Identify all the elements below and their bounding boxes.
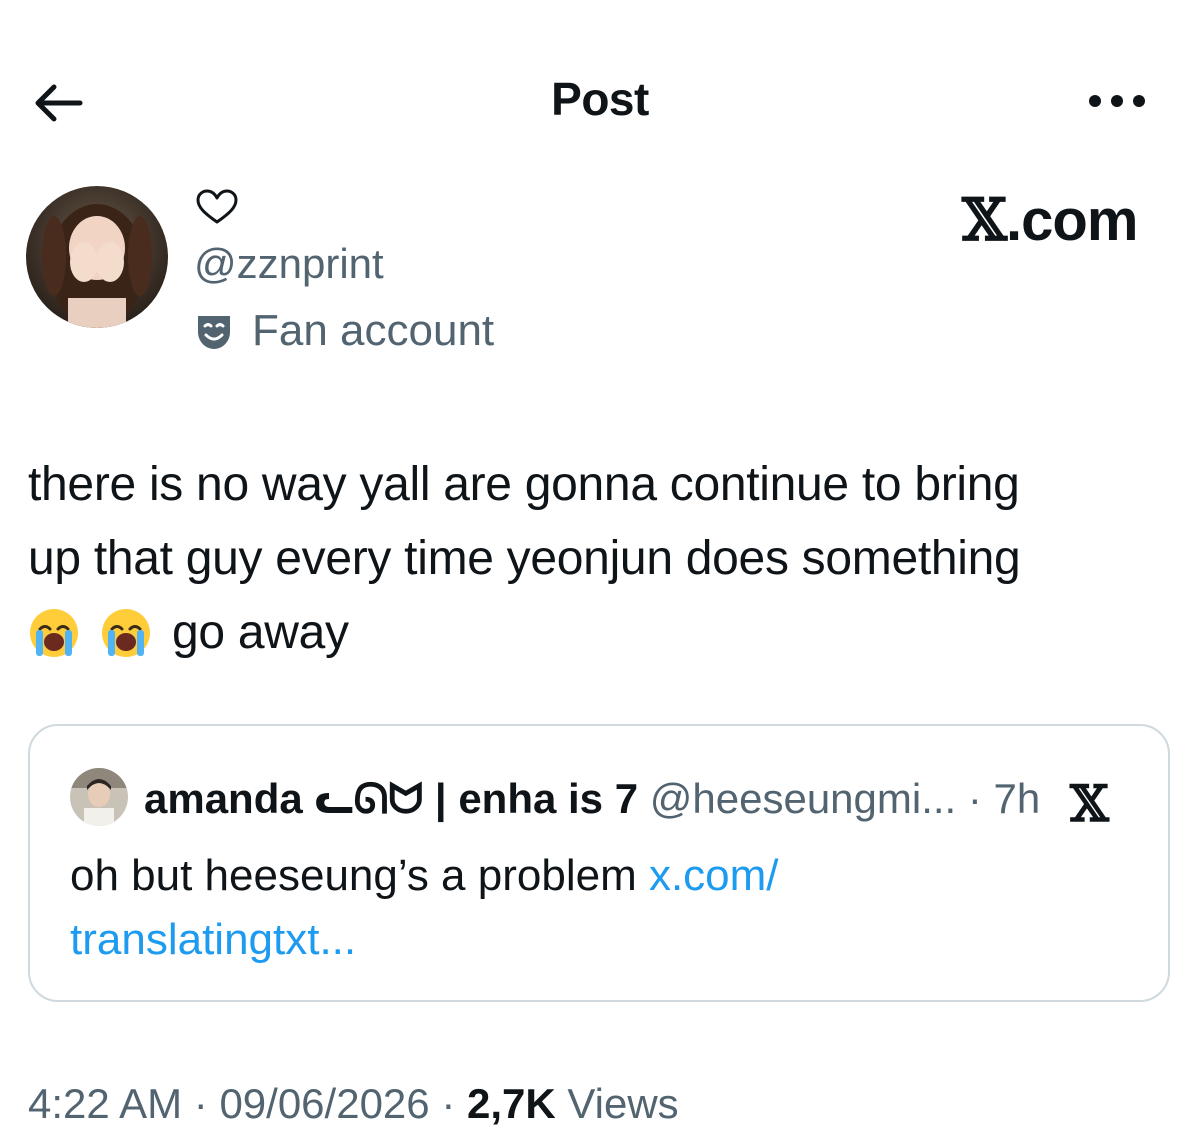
loudly-crying-face-icon [100, 607, 152, 659]
account-label-text: Fan account [252, 306, 495, 355]
meta-separator: · [429, 1080, 467, 1127]
theater-masks-icon [194, 312, 234, 352]
quoted-text: oh but heeseung’s a problem [70, 851, 649, 900]
post-body: there is no way yall are gonna continue … [28, 448, 1178, 670]
quoted-post-time: · 7h [967, 775, 1041, 822]
post-metadata: 4:22 AM · 09/06/2026 · 2,7K Views [28, 1080, 679, 1128]
quoted-author-handle[interactable]: @heeseungmi... [650, 775, 956, 822]
x-com-watermark: 𝕏.com [962, 186, 1138, 254]
post-time[interactable]: 4:22 AM [28, 1080, 182, 1127]
watermark-suffix: .com [1006, 188, 1138, 253]
quoted-post-text: oh but heeseung’s a problem x.com/ trans… [70, 844, 1130, 972]
post-line-text: go away [172, 606, 349, 659]
author-display-name[interactable] [192, 188, 242, 228]
quoted-author-avatar[interactable] [70, 768, 128, 826]
header-bar: Post [0, 0, 1200, 200]
post-line: there is no way yall are gonna continue … [28, 458, 1020, 511]
page-title: Post [551, 73, 649, 125]
x-logo-icon: 𝕏 [1070, 774, 1109, 833]
loudly-crying-face-icon [28, 607, 80, 659]
x-logo-icon: 𝕏 [962, 186, 1007, 254]
author-handle[interactable]: @zznprint [194, 240, 384, 288]
quoted-post-header: amanda ᓚᘏᗢ | enha is 7 @heeseungmi... · … [144, 772, 1040, 826]
meta-separator: · [182, 1080, 220, 1127]
views-count[interactable]: 2,7K [467, 1080, 556, 1127]
quoted-post-card[interactable]: amanda ᓚᘏᗢ | enha is 7 @heeseungmi... · … [28, 724, 1170, 1002]
more-options-icon[interactable] [1082, 84, 1152, 118]
post-date[interactable]: 09/06/2026 [219, 1080, 429, 1127]
quoted-author-name[interactable]: amanda ᓚᘏᗢ | enha is 7 [144, 775, 638, 822]
quoted-link[interactable]: x.com/ [649, 851, 779, 900]
author-avatar[interactable] [26, 186, 168, 328]
post-line: go away [28, 596, 1178, 670]
post-line: up that guy every time yeonjun does some… [28, 532, 1021, 585]
views-label: Views [555, 1080, 679, 1127]
quoted-link-continued[interactable]: translatingtxt... [70, 915, 356, 964]
